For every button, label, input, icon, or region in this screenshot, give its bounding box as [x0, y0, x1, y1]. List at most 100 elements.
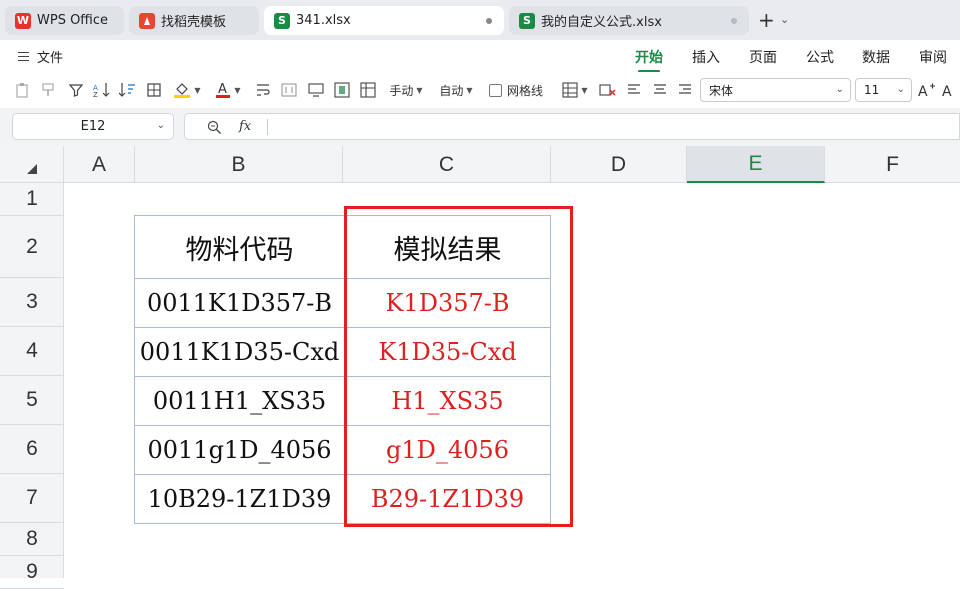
ribbon-tab-insert[interactable]: 插入: [692, 47, 720, 67]
sort-ascending-icon[interactable]: AZ: [92, 81, 112, 99]
row-header-1[interactable]: 1: [0, 183, 64, 216]
docer-icon: [139, 12, 155, 29]
freeze-panes-icon[interactable]: [358, 81, 378, 99]
font-size-value: 11: [864, 83, 880, 97]
row-header-3[interactable]: 3: [0, 278, 64, 327]
fill-color-button[interactable]: ▼: [172, 81, 202, 99]
chevron-down-icon: ⌄: [835, 84, 844, 95]
row-height-label: 手动: [389, 83, 414, 98]
align-center-icon[interactable]: [652, 81, 668, 99]
font-color-button[interactable]: A ▼: [212, 81, 244, 99]
row-height-button[interactable]: 手动 ▼: [386, 81, 426, 99]
row-insert-icon[interactable]: [306, 81, 326, 99]
svg-text:Z: Z: [93, 91, 98, 98]
font-name-select[interactable]: 宋体 ⌄: [700, 78, 851, 102]
cell-b4[interactable]: 0011K1D35-Cxd: [134, 327, 345, 377]
file-menu-label: 文件: [37, 51, 64, 66]
unsaved-dot-icon[interactable]: [486, 18, 492, 24]
gridlines-label: 网格线: [506, 83, 543, 98]
menu-row: 文件 开始 插入 页面 公式 数据 审阅: [0, 40, 960, 73]
filter-icon[interactable]: [67, 81, 85, 99]
divider: [267, 119, 268, 135]
column-header-e[interactable]: E: [687, 146, 825, 183]
column-header-f[interactable]: F: [825, 146, 960, 183]
header-cell-b2[interactable]: 物料代码: [134, 215, 345, 279]
row-header-5[interactable]: 5: [0, 376, 64, 425]
wrap-text-icon[interactable]: [254, 81, 272, 99]
row-header-2[interactable]: 2: [0, 216, 64, 278]
name-box[interactable]: E12 ⌄: [12, 113, 174, 140]
tab-label: WPS Office: [37, 13, 109, 28]
ribbon-tab-review[interactable]: 审阅: [919, 47, 947, 67]
svg-text:A: A: [942, 84, 952, 98]
cell-b3[interactable]: 0011K1D357-B: [134, 278, 345, 328]
font-size-select[interactable]: 11 ⌄: [855, 78, 912, 102]
clear-format-icon[interactable]: [598, 81, 618, 99]
tab-bar: W WPS Office 找稻壳模板 S 341.xlsx S 我的自定义公式.…: [0, 0, 960, 40]
function-fx-icon[interactable]: fx: [239, 119, 251, 134]
column-header-b[interactable]: B: [135, 146, 343, 183]
increase-font-size-icon[interactable]: A: [918, 81, 936, 99]
ribbon-tab-page[interactable]: 页面: [749, 47, 777, 67]
align-right-icon[interactable]: [677, 81, 693, 99]
column-insert-icon[interactable]: [332, 81, 352, 99]
zoom-search-icon[interactable]: [207, 120, 222, 139]
align-left-icon[interactable]: [626, 81, 642, 99]
tab-label: 341.xlsx: [296, 13, 351, 28]
cell-b7[interactable]: 10B29-1Z1D39: [134, 474, 345, 524]
select-all-corner[interactable]: [0, 146, 64, 183]
spreadsheet-icon: S: [519, 12, 535, 29]
chevron-down-icon[interactable]: ⌄: [780, 13, 789, 26]
spreadsheet-icon: S: [274, 12, 290, 29]
cell-style-button[interactable]: ▼: [560, 81, 590, 99]
highlight-annotation-box: [344, 206, 573, 527]
formula-bar: E12 ⌄ fx: [0, 108, 960, 146]
ribbon-tab-formula[interactable]: 公式: [806, 47, 834, 67]
unsaved-dot-icon[interactable]: [731, 18, 737, 24]
borders-icon[interactable]: [145, 81, 163, 99]
column-header-a[interactable]: A: [64, 146, 135, 183]
new-tab-plus-icon[interactable]: +: [758, 10, 775, 30]
tab-341-xlsx[interactable]: S 341.xlsx: [264, 6, 504, 35]
format-painter-icon[interactable]: [40, 81, 58, 99]
tab-wps-office[interactable]: W WPS Office: [5, 6, 124, 35]
chevron-down-icon: ⌄: [156, 120, 165, 131]
merge-cells-icon[interactable]: [280, 81, 298, 99]
fill-bucket-icon: [174, 83, 191, 98]
decrease-font-size-icon[interactable]: A: [942, 81, 960, 99]
gridlines-checkbox[interactable]: [488, 83, 502, 97]
row-header-7[interactable]: 7: [0, 474, 64, 523]
chevron-down-icon: ⌄: [896, 84, 905, 95]
sort-options-icon[interactable]: [118, 81, 138, 99]
column-header-c[interactable]: C: [343, 146, 551, 183]
row-header-4[interactable]: 4: [0, 327, 64, 376]
formula-input[interactable]: fx: [184, 113, 960, 140]
ribbon-tab-home[interactable]: 开始: [635, 47, 663, 73]
ribbon-tab-data[interactable]: 数据: [862, 47, 890, 67]
tab-label: 我的自定义公式.xlsx: [541, 15, 662, 30]
file-menu[interactable]: 文件: [18, 47, 63, 66]
cell-reference: E12: [80, 119, 106, 134]
font-name-value: 宋体: [709, 83, 734, 98]
wps-logo-icon: W: [15, 12, 31, 29]
font-color-icon: A: [216, 82, 231, 98]
row-header-8[interactable]: 8: [0, 523, 64, 556]
tab-label: 找稻壳模板: [161, 15, 227, 30]
tab-docer-templates[interactable]: 找稻壳模板: [129, 6, 259, 35]
row-headers: 1 2 3 4 5 6 7 8 9: [0, 183, 64, 589]
gridlines-toggle[interactable]: 网格线: [488, 81, 544, 99]
tab-custom-formula-xlsx[interactable]: S 我的自定义公式.xlsx: [509, 6, 749, 35]
row-header-6[interactable]: 6: [0, 425, 64, 474]
cell-b6[interactable]: 0011g1D_4056: [134, 425, 345, 475]
toolbar: AZ ▼ A ▼ 手动 ▼ 自动 ▼ 网格线 ▼ 宋体 ⌄ 11 ⌄ A A: [0, 72, 960, 108]
column-headers: A B C D E F: [0, 146, 960, 183]
svg-text:A: A: [918, 84, 928, 98]
column-width-button[interactable]: 自动 ▼: [436, 81, 476, 99]
svg-text:A: A: [218, 82, 227, 97]
hamburger-icon: [18, 52, 29, 61]
row-header-9[interactable]: 9: [0, 556, 64, 589]
cell-b5[interactable]: 0011H1_XS35: [134, 376, 345, 426]
paste-icon[interactable]: [13, 81, 31, 99]
column-header-d[interactable]: D: [551, 146, 687, 183]
column-width-label: 自动: [439, 83, 464, 98]
